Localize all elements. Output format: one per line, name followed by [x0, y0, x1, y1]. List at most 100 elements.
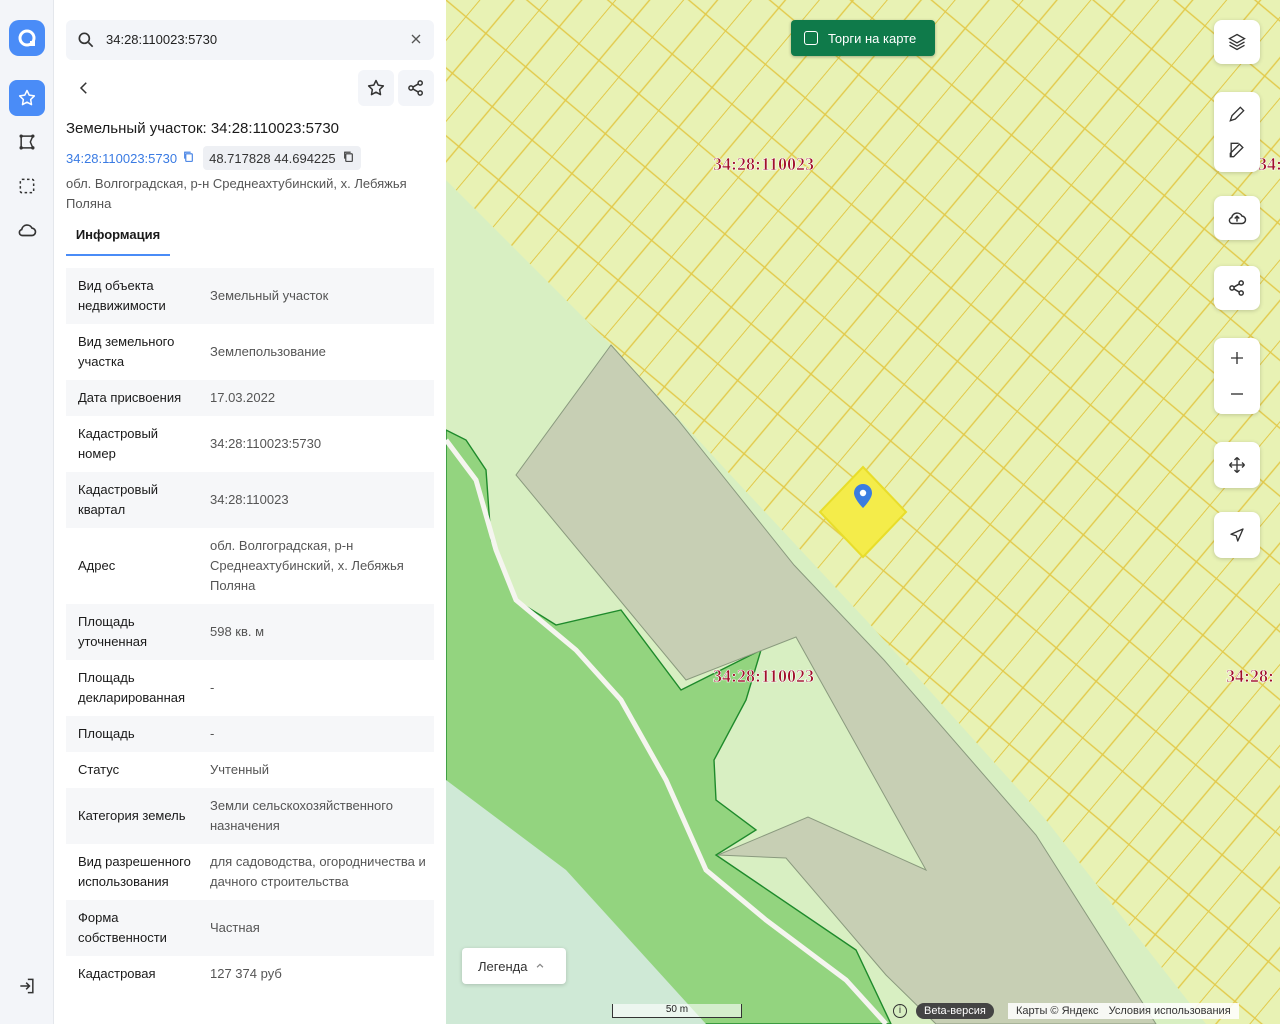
polygon-tool-icon[interactable]: [9, 124, 45, 160]
info-row: Площадь -: [66, 716, 434, 752]
row-key: Статус: [78, 762, 120, 777]
info-row: Вид разрешенного использования для садово…: [66, 844, 434, 900]
row-key: Кадастровая: [78, 966, 156, 981]
map-share-button[interactable]: [1214, 266, 1260, 310]
row-value: Земли сельскохозяйственного назначения: [210, 798, 393, 833]
favorite-star-button[interactable]: [358, 70, 394, 106]
tab-information[interactable]: Информация: [66, 222, 170, 256]
map-attribution: Карты © Яндекс Условия использования: [1008, 1003, 1239, 1019]
row-key: Адрес: [78, 558, 116, 573]
row-value: -: [210, 680, 215, 695]
info-row: Статус Учтенный: [66, 752, 434, 788]
navigation-arrow-icon: [1214, 512, 1260, 558]
attribution-text[interactable]: Карты © Яндекс: [1016, 1003, 1099, 1019]
quarter-label: 34:28:: [1226, 666, 1274, 686]
info-icon[interactable]: i: [893, 1004, 907, 1018]
row-value: обл. Волгоградская, р-н Среднеахтубински…: [210, 538, 404, 593]
layers-button[interactable]: [1214, 20, 1260, 64]
clear-search-icon[interactable]: [408, 31, 424, 52]
info-row: Площадь декларированная -: [66, 660, 434, 716]
share-icon: [1214, 266, 1260, 310]
copy-coords-icon[interactable]: [342, 150, 355, 166]
page-title: Земельный участок: 34:28:110023:5730: [66, 120, 340, 137]
favorites-star-icon[interactable]: [9, 80, 45, 116]
map-scale: 50 m: [612, 1004, 742, 1018]
cadastral-number-text[interactable]: 34:28:110023:5730: [66, 151, 177, 166]
info-row: Кадастровый номер 34:28:110023:5730: [66, 416, 434, 472]
legend-label: Легенда: [478, 958, 528, 974]
move-arrows-icon: [1214, 442, 1260, 488]
pan-button[interactable]: [1214, 442, 1260, 488]
geolocation-button[interactable]: [1214, 512, 1260, 558]
map-canvas[interactable]: 34:28:110023 34:28:110023 34:28: 34:28:: [446, 0, 1280, 1024]
info-row: Дата присвоения 17.03.2022: [66, 380, 434, 416]
terms-link[interactable]: Условия использования: [1109, 1003, 1231, 1019]
row-key: Площадь декларированная: [78, 670, 186, 705]
search-input[interactable]: 34:28:110023:5730: [106, 32, 217, 47]
map-layer: 34:28:110023 34:28:110023 34:28: 34:28:: [446, 0, 1280, 1024]
zoom-in-icon[interactable]: [1214, 340, 1260, 376]
info-row: Кадастровый квартал 34:28:110023: [66, 472, 434, 528]
beta-badge: Beta-версия: [916, 1003, 994, 1019]
identifier-chips: 34:28:110023:5730 48.717828 44.694225: [66, 146, 361, 170]
row-value: Землепользование: [210, 344, 326, 359]
ruler-pencil-icon[interactable]: [1214, 96, 1260, 132]
cloud-icon[interactable]: [9, 212, 45, 248]
panel-bottom-fade: [54, 1004, 446, 1024]
info-row: Адрес обл. Волгоградская, р-н Среднеахтуб…: [66, 528, 434, 604]
quarter-label: 34:28:110023: [713, 666, 814, 686]
panel-toolbar: [66, 70, 434, 106]
zoom-out-icon[interactable]: [1214, 376, 1260, 412]
info-row: Площадь уточненная 598 кв. м: [66, 604, 434, 660]
row-value: 34:28:110023:5730: [210, 436, 322, 451]
legend-button[interactable]: Легенда: [462, 948, 566, 984]
cloud-upload-icon: [1214, 196, 1260, 240]
row-key: Кадастровый квартал: [78, 482, 159, 517]
info-row: Вид объекта недвижимости Земельный участо…: [66, 268, 434, 324]
auctions-checkbox[interactable]: [804, 31, 818, 45]
row-key: Кадастровый номер: [78, 426, 159, 461]
row-value: 17.03.2022: [210, 390, 276, 405]
info-panel: 34:28:110023:5730 Земельный участок: 34:…: [54, 0, 446, 1024]
row-key: Дата присвоения: [78, 390, 182, 405]
app-logo-icon[interactable]: [9, 20, 45, 56]
coordinates-text: 48.717828 44.694225: [209, 150, 336, 166]
chevron-up-icon: [535, 959, 545, 974]
info-row: Кадастровая 127 374 руб: [66, 956, 434, 992]
layers-icon: [1214, 20, 1260, 64]
row-value: Учтенный: [210, 762, 270, 777]
cadastral-number-link[interactable]: 34:28:110023:5730: [66, 146, 195, 170]
row-key: Вид разрешенного использования: [78, 854, 191, 889]
coordinates-chip[interactable]: 48.717828 44.694225: [203, 146, 361, 170]
row-value: 598 кв. м: [210, 624, 265, 639]
search-box[interactable]: 34:28:110023:5730: [66, 20, 434, 60]
drawing-tools-group: [1214, 92, 1260, 172]
search-icon: [76, 30, 96, 55]
auctions-label: Торги на карте: [828, 30, 917, 46]
copy-icon[interactable]: [182, 150, 195, 166]
row-value: -: [210, 726, 215, 741]
row-value: 127 374 руб: [210, 966, 282, 981]
upload-button[interactable]: [1214, 196, 1260, 240]
quarter-label: 34:28:110023: [713, 154, 814, 174]
info-table: Вид объекта недвижимости Земельный участо…: [66, 268, 434, 992]
select-area-icon[interactable]: [9, 168, 45, 204]
share-button[interactable]: [398, 70, 434, 106]
row-key: Форма собственности: [78, 910, 167, 945]
auctions-toggle[interactable]: Торги на карте: [791, 20, 935, 56]
row-key: Вид земельного участка: [78, 334, 175, 369]
info-row: Вид земельного участка Землепользование: [66, 324, 434, 380]
row-value: Земельный участок: [210, 288, 329, 303]
row-key: Площадь уточненная: [78, 614, 148, 649]
edit-icon[interactable]: [1214, 132, 1260, 168]
zoom-controls: [1214, 338, 1260, 414]
address-text: обл. Волгоградская, р-н Среднеахтубински…: [66, 176, 407, 211]
row-key: Категория земель: [78, 808, 186, 823]
quarter-label: 34:28:: [1258, 154, 1280, 174]
row-value: Частная: [210, 920, 260, 935]
logout-icon[interactable]: [9, 968, 45, 1004]
row-key: Площадь: [78, 726, 135, 741]
back-button[interactable]: [66, 70, 102, 106]
left-rail: [0, 0, 54, 1024]
row-value: 34:28:110023: [210, 492, 289, 507]
